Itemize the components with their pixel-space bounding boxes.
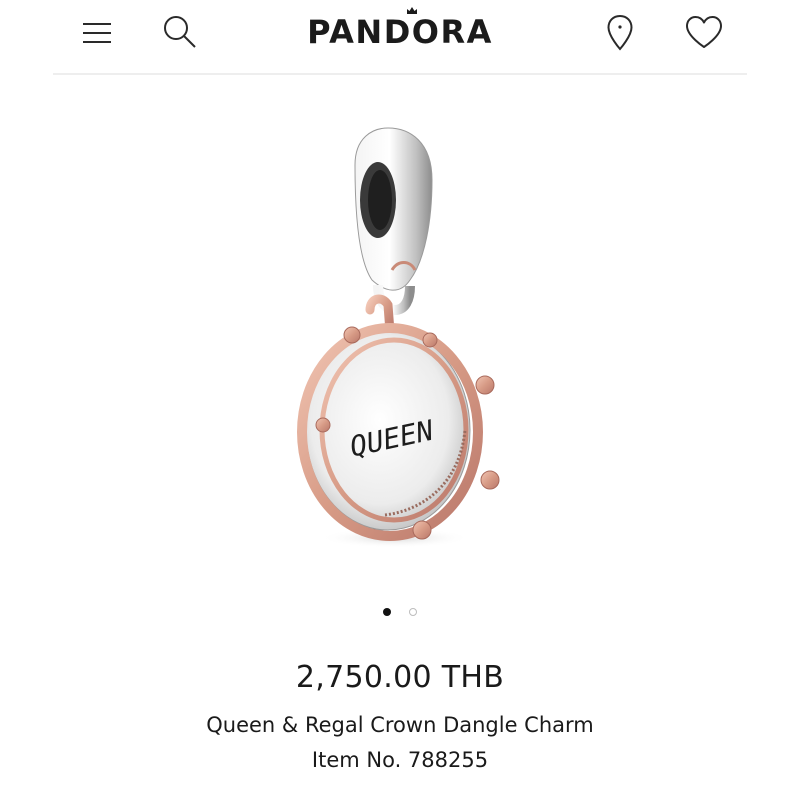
- product-item-number: Item No. 788255: [311, 748, 489, 772]
- top-header: PANDORA: [0, 0, 800, 74]
- store-locator-button[interactable]: [600, 12, 640, 54]
- search-button[interactable]: [160, 12, 200, 52]
- search-icon: [164, 16, 196, 48]
- wishlist-button[interactable]: [682, 12, 726, 52]
- menu-button[interactable]: [78, 14, 116, 52]
- crown-icon: [407, 7, 418, 14]
- carousel-dot-1[interactable]: [383, 608, 391, 616]
- charm-illustration: QUEEN: [297, 127, 500, 548]
- menu-icon: [83, 23, 111, 43]
- heart-icon: [686, 16, 722, 48]
- header-divider: [53, 73, 747, 75]
- location-pin-icon: [607, 15, 633, 51]
- image-carousel-dots: [0, 605, 800, 619]
- product-name: Queen & Regal Crown Dangle Charm: [206, 713, 594, 737]
- brand-name: PANDORA: [307, 13, 493, 51]
- product-price: 2,750.00 THB: [295, 660, 505, 695]
- product-image[interactable]: QUEEN: [260, 110, 540, 580]
- brand-logo[interactable]: PANDORA: [240, 7, 560, 54]
- carousel-dot-2[interactable]: [409, 608, 417, 616]
